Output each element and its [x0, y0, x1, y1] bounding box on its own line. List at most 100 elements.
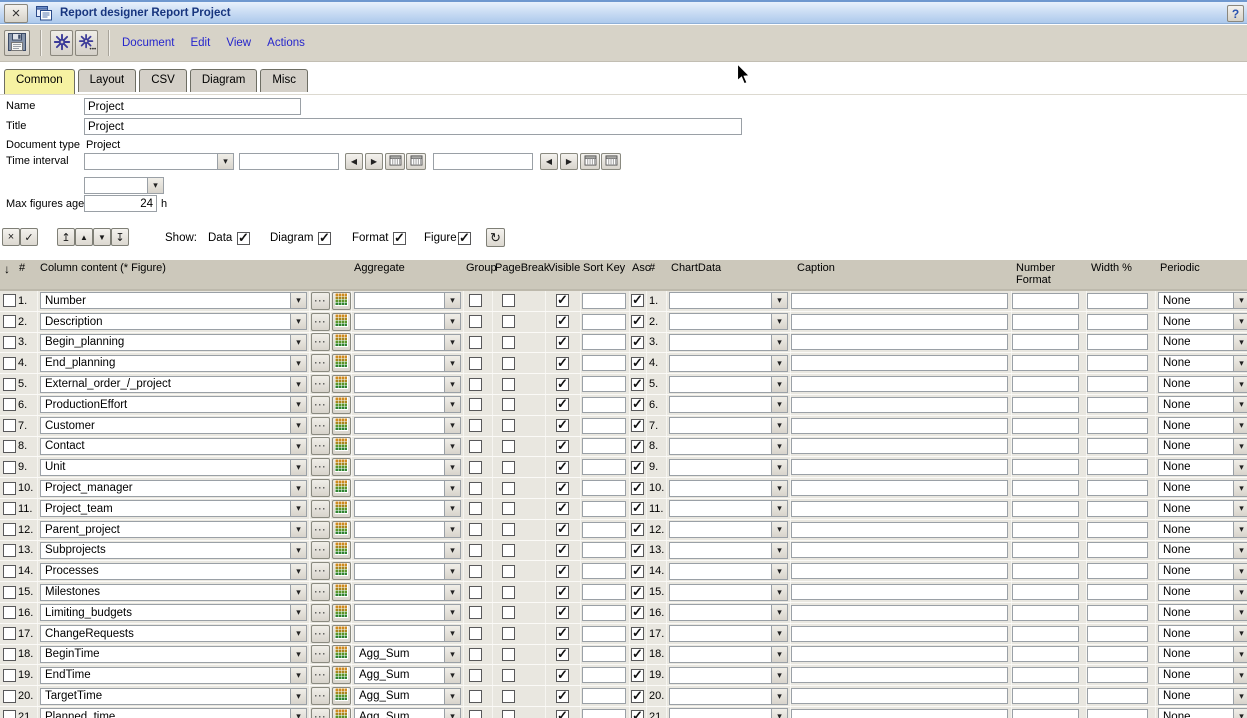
visible-checkbox[interactable] [556, 606, 569, 619]
periodic-select[interactable]: None [1158, 542, 1247, 559]
column-content-select[interactable]: TargetTime [40, 688, 307, 705]
asc-checkbox[interactable] [631, 440, 644, 453]
number-format-input[interactable] [1012, 563, 1079, 579]
sort-key-input[interactable] [582, 667, 626, 683]
row-select-checkbox[interactable] [3, 586, 16, 599]
column-content-select[interactable]: Contact [40, 438, 307, 455]
sort-key-input[interactable] [582, 646, 626, 662]
pagebreak-checkbox[interactable] [502, 648, 515, 661]
pagebreak-checkbox[interactable] [502, 690, 515, 703]
caption-input[interactable] [791, 542, 1008, 558]
chart-data-select[interactable] [669, 584, 788, 601]
pagebreak-checkbox[interactable] [502, 710, 515, 718]
aggregate-select[interactable] [354, 396, 461, 413]
figure-palette-button[interactable] [332, 604, 351, 622]
figure-palette-button[interactable] [332, 396, 351, 414]
asc-checkbox[interactable] [631, 419, 644, 432]
row-select-checkbox[interactable] [3, 690, 16, 703]
ellipsis-button[interactable] [311, 333, 330, 351]
select-all-button[interactable]: ✓ [20, 228, 38, 246]
width-pct-input[interactable] [1087, 376, 1148, 392]
row-select-checkbox[interactable] [3, 419, 16, 432]
figure-palette-button[interactable] [332, 479, 351, 497]
ellipsis-button[interactable] [311, 437, 330, 455]
ellipsis-button[interactable] [311, 313, 330, 331]
periodic-select[interactable]: None [1158, 563, 1247, 580]
number-format-input[interactable] [1012, 626, 1079, 642]
caption-input[interactable] [791, 563, 1008, 579]
sort-key-input[interactable] [582, 709, 626, 718]
chart-data-select[interactable] [669, 604, 788, 621]
chart-data-select[interactable] [669, 688, 788, 705]
periodic-select[interactable]: None [1158, 376, 1247, 393]
pagebreak-checkbox[interactable] [502, 294, 515, 307]
figure-palette-button[interactable] [332, 292, 351, 310]
visible-checkbox[interactable] [556, 648, 569, 661]
ellipsis-button[interactable] [311, 645, 330, 663]
width-pct-input[interactable] [1087, 667, 1148, 683]
visible-checkbox[interactable] [556, 690, 569, 703]
ellipsis-button[interactable] [311, 500, 330, 518]
run-report-button[interactable] [50, 30, 73, 56]
group-checkbox[interactable] [469, 586, 482, 599]
caption-input[interactable] [791, 418, 1008, 434]
asc-checkbox[interactable] [631, 336, 644, 349]
width-pct-input[interactable] [1087, 626, 1148, 642]
number-format-input[interactable] [1012, 438, 1079, 454]
number-format-input[interactable] [1012, 293, 1079, 309]
group-checkbox[interactable] [469, 606, 482, 619]
chart-data-select[interactable] [669, 646, 788, 663]
asc-checkbox[interactable] [631, 461, 644, 474]
caption-input[interactable] [791, 397, 1008, 413]
time-to-prev-button[interactable]: ◀ [540, 153, 558, 170]
number-format-input[interactable] [1012, 314, 1079, 330]
tab-misc[interactable]: Misc [260, 69, 308, 92]
column-content-select[interactable]: Project_manager [40, 480, 307, 497]
asc-checkbox[interactable] [631, 315, 644, 328]
aggregate-select[interactable] [354, 563, 461, 580]
deselect-all-button[interactable]: × [2, 228, 20, 246]
periodic-select[interactable]: None [1158, 355, 1247, 372]
number-format-input[interactable] [1012, 480, 1079, 496]
sort-key-input[interactable] [582, 522, 626, 538]
width-pct-input[interactable] [1087, 563, 1148, 579]
close-button[interactable]: × [4, 4, 28, 23]
figure-palette-button[interactable] [332, 417, 351, 435]
time-from-prev-button[interactable]: ◀ [345, 153, 363, 170]
number-format-input[interactable] [1012, 418, 1079, 434]
periodic-select[interactable]: None [1158, 584, 1247, 601]
periodic-select[interactable]: None [1158, 625, 1247, 642]
column-content-select[interactable]: Limiting_budgets [40, 604, 307, 621]
chart-data-select[interactable] [669, 334, 788, 351]
sort-key-input[interactable] [582, 397, 626, 413]
figure-palette-button[interactable] [332, 458, 351, 476]
visible-checkbox[interactable] [556, 523, 569, 536]
column-content-select[interactable]: Number [40, 292, 307, 309]
column-content-select[interactable]: Customer [40, 417, 307, 434]
sort-key-input[interactable] [582, 459, 626, 475]
visible-checkbox[interactable] [556, 315, 569, 328]
periodic-select[interactable]: None [1158, 480, 1247, 497]
sort-key-input[interactable] [582, 605, 626, 621]
figure-palette-button[interactable] [332, 313, 351, 331]
width-pct-input[interactable] [1087, 542, 1148, 558]
asc-checkbox[interactable] [631, 544, 644, 557]
menu-view[interactable]: View [226, 37, 251, 49]
visible-checkbox[interactable] [556, 669, 569, 682]
figure-palette-button[interactable] [332, 333, 351, 351]
width-pct-input[interactable] [1087, 584, 1148, 600]
group-checkbox[interactable] [469, 461, 482, 474]
width-pct-input[interactable] [1087, 418, 1148, 434]
aggregate-select[interactable] [354, 480, 461, 497]
chart-data-select[interactable] [669, 480, 788, 497]
periodic-select[interactable]: None [1158, 667, 1247, 684]
group-checkbox[interactable] [469, 315, 482, 328]
number-format-input[interactable] [1012, 459, 1079, 475]
ellipsis-button[interactable] [311, 708, 330, 718]
sort-key-input[interactable] [582, 688, 626, 704]
pagebreak-checkbox[interactable] [502, 523, 515, 536]
figure-palette-button[interactable] [332, 541, 351, 559]
aggregate-select[interactable] [354, 313, 461, 330]
sort-key-input[interactable] [582, 418, 626, 434]
asc-checkbox[interactable] [631, 648, 644, 661]
